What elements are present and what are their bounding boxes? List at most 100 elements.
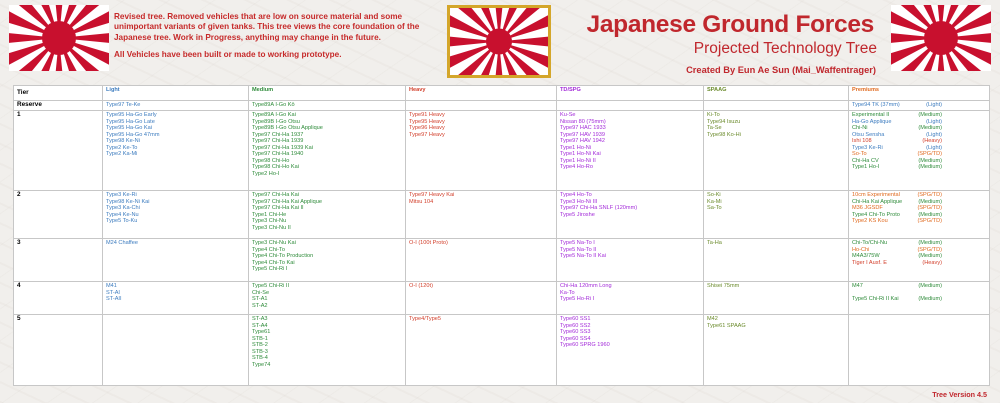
cell-heavy: O-I (120t) [405, 281, 557, 315]
vehicle-entry: Type5 Ho-Ri I [560, 296, 595, 303]
title-block: Japanese Ground Forces Projected Technol… [586, 11, 878, 76]
cell-spaag: Ki-To Type94 Isuzu Ta-Se Type98 Ko-Hi [703, 110, 849, 191]
vehicle-entry: Type60 SPRG 1960 [560, 342, 610, 349]
vehicle-entry: M24 Chaffee [106, 240, 138, 246]
cell-premiums: M47 (Medium) Type5 Chi-Ri II Kai (Medium) [848, 281, 990, 315]
cell-spaag: So-Ki Ka-Mi Sa-To [703, 190, 849, 239]
premium-class: (SPG/TD) [917, 218, 942, 225]
cell-medium: Type3 Chi-Nu Kai Type4 Chi-To Type4 Chi-To… [248, 238, 406, 282]
rising-sun-flag-left [9, 5, 109, 71]
vehicle-entry: Type74 [252, 361, 271, 368]
vehicle-entry: Type89A I-Go Kō [252, 102, 295, 108]
premium-name: Tiger I Ausf. E [852, 259, 887, 266]
cell-premiums: Chi-To/Chi-Nu (Medium) Ho-Chi (SPG/TD) M4A3/… [848, 238, 990, 282]
premium-entry: Type1 Ho-I (Medium) [852, 164, 942, 171]
vehicle-entry: Type5 Jiroshe [560, 211, 595, 218]
cell-spaag: Ta-Ha [703, 238, 849, 282]
rising-sun-flag-icon [447, 5, 551, 78]
cell-heavy: Type4/Type5 [405, 314, 557, 386]
cell-light: M24 Chaffee [102, 238, 249, 282]
cell-spaag: M42 Type61 SPAAG [703, 314, 849, 386]
vehicle-entry: O-I (100t Proto) [409, 240, 448, 246]
cell-td: Type5 Na-To I Type5 Na-To II Type5 Na-To I… [556, 238, 704, 282]
cell-td [556, 100, 704, 111]
vehicle-entry: Type2 Ka-Mi [106, 151, 138, 158]
header-td-spg: TD/SPG [556, 85, 704, 101]
page-title: Japanese Ground Forces [586, 11, 875, 38]
vehicle-entry: Type98 Ko-Hi [707, 131, 741, 138]
cell-heavy: Type91 Heavy Type95 Heavy Type96 Heavy Type… [405, 110, 557, 191]
table-row: 5 ST-A3 ST-A4 Type61 STB-1 STB-2 STB-3 STB-4 Typ… [13, 314, 990, 386]
premium-class: (Light) [926, 102, 942, 108]
tier-label: 4 [13, 281, 103, 315]
table-row: 2 Type3 Ke-Ri Type98 Ke-Ni Kai Type3 Ka-Chi… [13, 190, 990, 239]
premium-class: (Heavy) [922, 259, 942, 266]
premium-name: Type1 Ho-I [852, 164, 880, 171]
rising-sun-flag-icon [891, 5, 991, 71]
table-row: 3 M24 Chaffee Type3 Chi-Nu Kai Type4 Chi-To… [13, 238, 990, 282]
vehicle-entry: Type5 Na-To II Kai [560, 253, 607, 260]
vehicle-entry: Mitsu 104 [409, 198, 434, 205]
header-heavy: Heavy [405, 85, 557, 101]
intro-text: Revised tree. Removed vehicles that are … [114, 12, 439, 60]
cell-medium: Type89A I-Go Kai Type89B I-Go Otsu Type89B… [248, 110, 406, 191]
vehicle-entry: Type4/Type5 [409, 316, 442, 322]
cell-heavy: Type97 Heavy Kai Mitsu 104 [405, 190, 557, 239]
vehicle-entry: Type3 Chi-Nu II [252, 224, 291, 231]
vehicle-entry: ST-A2 [252, 302, 268, 309]
cell-spaag: Shisei 75mm [703, 281, 849, 315]
premium-entry: Type2 KS Kou (SPG/TD) [852, 218, 942, 225]
premium-class: (Medium) [918, 296, 942, 303]
header-premiums: Premiums [848, 85, 990, 101]
premium-class: (Medium) [918, 164, 942, 171]
cell-td: Type4 Ho-To Type3 Ho-Ni III Type97 Chi-Ha … [556, 190, 704, 239]
cell-light [102, 314, 249, 386]
premium-name: Type5 Chi-Ri II Kai [852, 296, 899, 303]
cell-premiums: Type94 TK (37mm) (Light) [848, 100, 990, 111]
tier-label: 3 [13, 238, 103, 282]
vehicle-entry: Sa-To [707, 205, 722, 212]
rising-sun-flag-icon [9, 5, 109, 71]
cell-medium: ST-A3 ST-A4 Type61 STB-1 STB-2 STB-3 STB-4 Type… [248, 314, 406, 386]
cell-light: Type95 Ha-Go Early Type95 Ha-Go Late Type9… [102, 110, 249, 191]
cell-spaag [703, 100, 849, 111]
cell-premiums [848, 314, 990, 386]
vehicle-entry: Shisei 75mm [707, 283, 740, 289]
table-header-row: Tier Light Medium Heavy TD/SPG SPAAG Pre… [13, 85, 990, 101]
vehicle-entry: O-I (120t) [409, 283, 433, 289]
tree-version: Tree Version 4.5 [932, 390, 987, 399]
premium-entry: Type94 TK (37mm) (Light) [852, 102, 942, 109]
intro-paragraph-2: All Vehicles have been built or made to … [114, 49, 342, 59]
cell-td: Ku-Se Nissan 80 (75mm) Type97 HAC 1933 Type… [556, 110, 704, 191]
tier-label: 2 [13, 190, 103, 239]
intro-paragraph-1: Revised tree. Removed vehicles that are … [114, 12, 420, 42]
premium-name: M47 [852, 283, 863, 289]
vehicle-entry: Type5 To-Ku [106, 218, 138, 225]
vehicle-entry: Type61 SPAAG [707, 322, 746, 329]
author-credit: Created By Eun Ae Sun (Mai_Waffentrager) [686, 65, 876, 75]
vehicle-entry: Type5 Chi-Ri I [252, 266, 288, 273]
cell-medium: Type5 Chi-Ri II Chi-Se ST-A1 ST-A2 [248, 281, 406, 315]
naval-ensign-center [447, 5, 551, 78]
vehicle-entry: Type97 Heavy [409, 131, 445, 138]
vehicle-entry: Type97 Te-Ke [106, 102, 141, 108]
table-row: 1 Type95 Ha-Go Early Type95 Ha-Go Late Type… [13, 110, 990, 191]
premium-entry: Tiger I Ausf. E (Heavy) [852, 260, 942, 267]
cell-medium: Type89A I-Go Kō [248, 100, 406, 111]
vehicle-entry: Type2 Ho-I [252, 170, 280, 177]
cell-td: Chi-Ha 120mm Long Ka-To Type5 Ho-Ri I [556, 281, 704, 315]
tier-label: 5 [13, 314, 103, 386]
page-subtitle: Projected Technology Tree [693, 40, 877, 57]
cell-premiums: 10cm Experimental (SPG/TD) Chi-Ha Kai Appl… [848, 190, 990, 239]
premium-name: Type94 TK (37mm) [852, 102, 900, 108]
vehicle-entry: Ta-Ha [707, 240, 722, 246]
table-row: Reserve Type97 Te-Ke Type89A I-Go Kō Type94… [13, 100, 990, 111]
cell-light: Type3 Ke-Ri Type98 Ke-Ni Kai Type3 Ka-Chi T… [102, 190, 249, 239]
premium-name: Type2 KS Kou [852, 218, 888, 225]
premium-entry: Type5 Chi-Ri II Kai (Medium) [852, 296, 942, 303]
cell-premiums: Experimental II (Medium) Ha-Go Applique (Li… [848, 110, 990, 191]
cell-td: Type60 SS1 Type60 SS2 Type60 SS3 Type60 SS4… [556, 314, 704, 386]
cell-light: Type97 Te-Ke [102, 100, 249, 111]
table-row: 4 M41 ST-AI ST-AII Type5 Chi-Ri II Chi-Se ST-A… [13, 281, 990, 315]
tech-tree-table: Tier Light Medium Heavy TD/SPG SPAAG Pre… [13, 85, 990, 386]
